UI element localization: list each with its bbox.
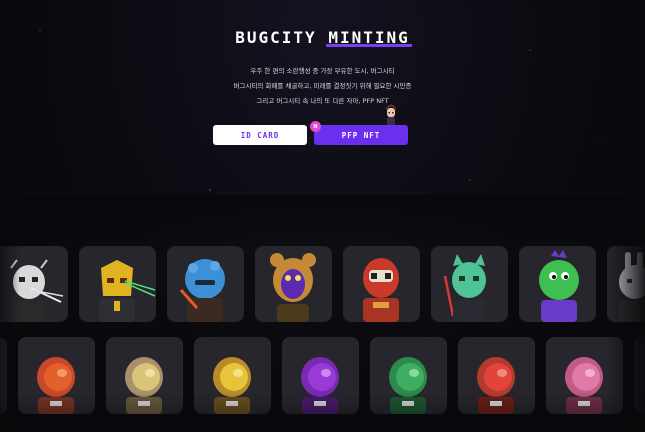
astronaut-pink-icon (565, 357, 603, 414)
nft-card-blue-fuzzy[interactable] (167, 246, 244, 322)
white-rabbit-icon (619, 252, 645, 322)
green-cat-icon (443, 254, 486, 322)
nft-card-astronaut-red[interactable] (458, 337, 535, 414)
title-minting: MINTING (328, 28, 410, 47)
astronaut-tan-icon (125, 357, 163, 414)
red-helmet-icon (363, 258, 399, 322)
new-badge: N (310, 121, 321, 132)
nft-card-bear-hood[interactable] (255, 246, 332, 322)
gallery-top-fade (0, 195, 645, 250)
nft-card-skull[interactable] (0, 246, 68, 322)
nft-card-astronaut-pink[interactable] (546, 337, 623, 414)
nft-card-green-cat[interactable] (431, 246, 508, 322)
hero-description: 우주 한 편의 소란행성 중 가장 부유한 도시, 버그시티 버그시티의 화폐를… (0, 64, 645, 109)
astronaut-purple-icon (301, 357, 339, 414)
nft-card-astronaut-tan[interactable] (106, 337, 183, 414)
nft-card-yellow-robot[interactable] (79, 246, 156, 322)
pfp-gallery-row-1 (0, 246, 645, 322)
id-card-button[interactable]: ID CARD (213, 125, 307, 145)
nft-card-green-dino[interactable] (519, 246, 596, 322)
desc-line-1: 우주 한 편의 소란행성 중 가장 부유한 도시, 버그시티 (250, 67, 395, 75)
desc-line-2: 버그시티의 화폐를 채굴하고, 미래를 결정짓기 위해 필요한 시민증 (233, 82, 412, 90)
nft-card-astronaut-yellow[interactable] (194, 337, 271, 414)
nft-card-red-helmet[interactable] (343, 246, 420, 322)
nft-card-astronaut-green[interactable] (370, 337, 447, 414)
title-bugcity: BUGCITY (235, 28, 317, 47)
astronaut-red-icon (477, 357, 515, 414)
nft-card-astronaut-purple[interactable] (282, 337, 359, 414)
astronaut-yellow-icon (213, 357, 251, 414)
blue-fuzzy-icon (179, 259, 225, 322)
nft-card-astronaut-partial-right[interactable] (634, 337, 645, 414)
pfp-nft-button[interactable]: PFP NFT (314, 125, 408, 145)
green-dino-icon (539, 250, 579, 322)
bear-hood-icon (270, 253, 316, 322)
skull-character-icon (10, 259, 64, 322)
yellow-robot-icon (99, 260, 156, 322)
nft-card-white-rabbit[interactable] (607, 246, 645, 322)
minting-page: BUGCITY MINTING 우주 한 편의 소란행성 중 가장 부유한 도시… (0, 0, 645, 432)
astronaut-orange-icon (37, 357, 75, 414)
nft-card-astronaut-orange[interactable] (18, 337, 95, 414)
astronaut-green-icon (389, 357, 427, 414)
peeking-character-icon (386, 104, 396, 126)
page-title: BUGCITY MINTING (0, 28, 645, 47)
pfp-gallery-row-2 (0, 337, 645, 414)
nft-card-astronaut-partial[interactable] (0, 337, 7, 414)
desc-line-3: 그리고 버그시티 속 나의 또 다른 자아, PFP NFT (256, 97, 389, 105)
